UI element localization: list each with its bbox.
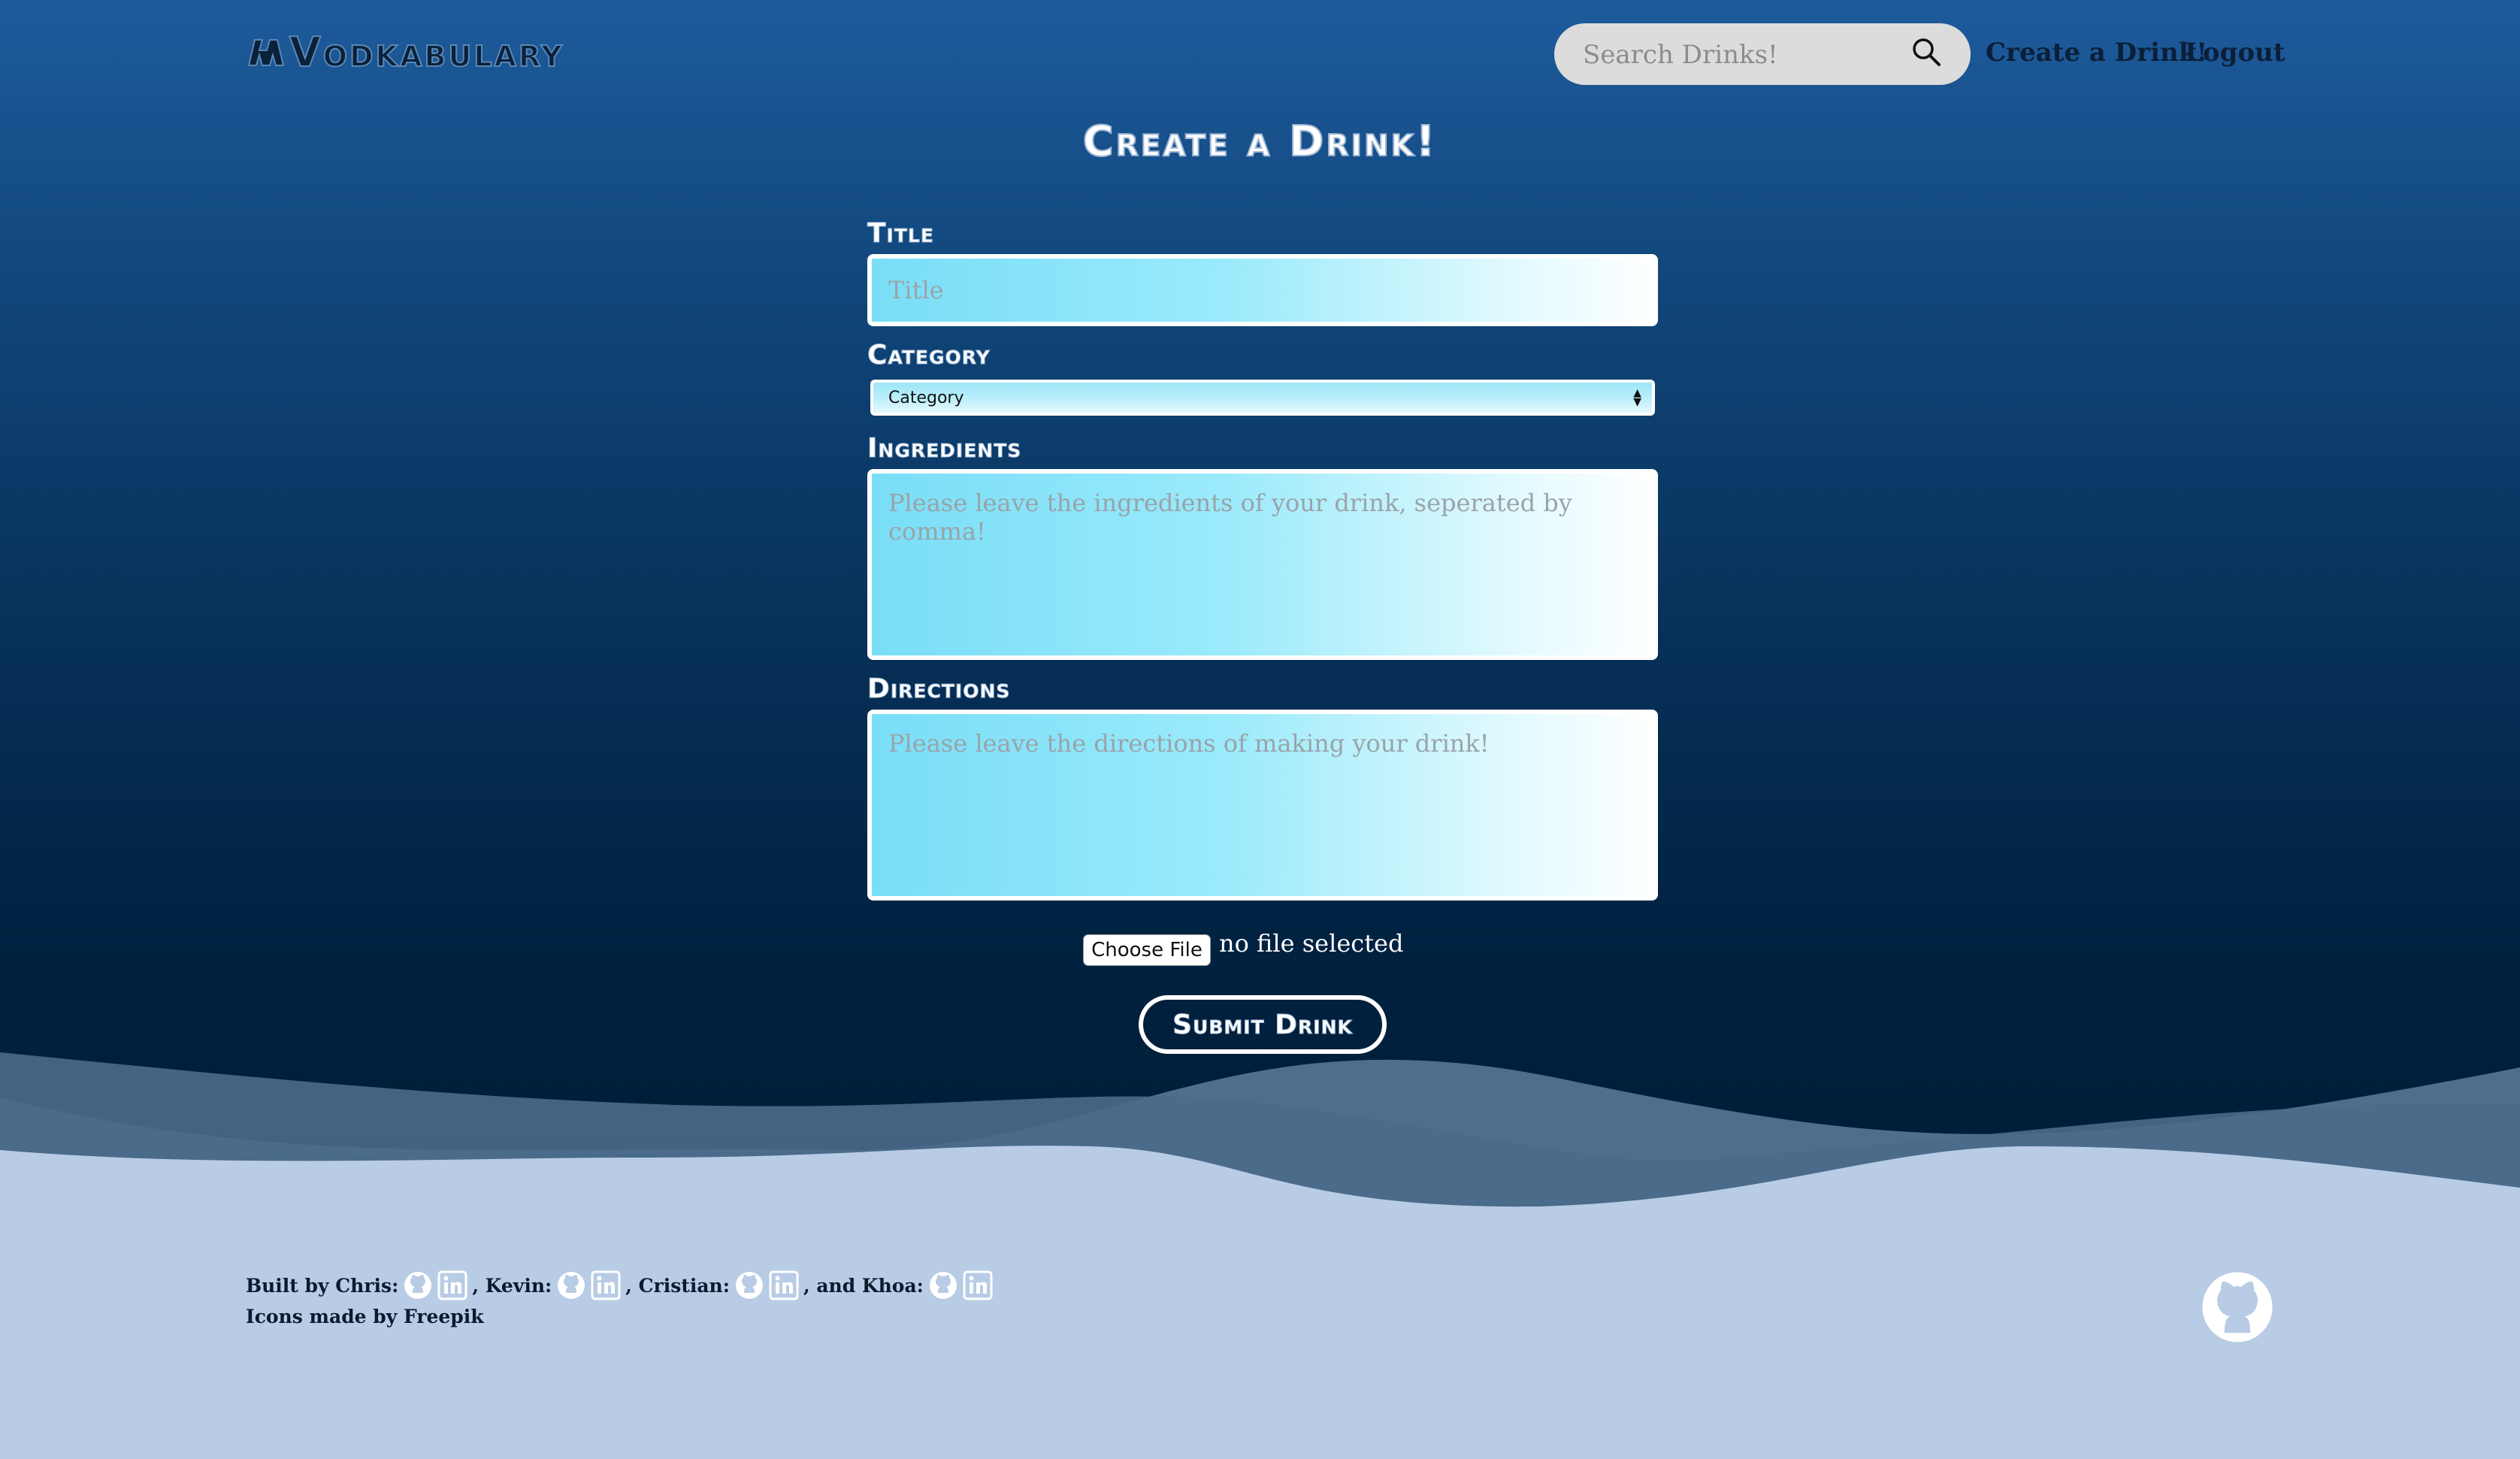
search-input[interactable] <box>1581 23 1907 86</box>
title-label: Title <box>867 218 934 250</box>
linkedin-icon[interactable] <box>437 1270 467 1300</box>
category-label: Category <box>867 340 991 371</box>
credit-kevin-label: , Kevin: <box>472 1274 552 1297</box>
file-status-text: no file selected <box>1219 929 1404 958</box>
wave-divider <box>0 1052 2520 1263</box>
ingredients-textarea[interactable] <box>867 469 1658 660</box>
github-icon[interactable] <box>928 1270 958 1300</box>
github-icon[interactable] <box>2201 1270 2274 1344</box>
choose-file-button[interactable]: Choose File <box>1083 934 1211 966</box>
brand-logo[interactable]: Vodkabulary <box>244 28 564 77</box>
logo-text: Vodkabulary <box>289 28 564 77</box>
category-select[interactable]: Category ▲ ▼ <box>870 380 1655 416</box>
github-icon[interactable] <box>403 1270 433 1300</box>
category-selected-value: Category <box>888 388 964 407</box>
search-bar <box>1554 23 1971 86</box>
linkedin-icon[interactable] <box>591 1270 621 1300</box>
directions-textarea[interactable] <box>867 710 1658 901</box>
submit-drink-button[interactable]: Submit Drink <box>1139 995 1387 1054</box>
credits-line: Built by Chris: , Kevin: , Cristian: , a… <box>246 1270 993 1300</box>
linkedin-icon[interactable] <box>769 1270 799 1300</box>
title-input[interactable] <box>867 254 1658 326</box>
github-icon[interactable] <box>556 1270 586 1300</box>
nav-logout-link[interactable]: Logout <box>2185 38 2285 68</box>
chevron-up-down-icon: ▲ ▼ <box>1633 387 1641 408</box>
icons-attribution: Icons made by Freepik <box>246 1306 484 1327</box>
linkedin-icon[interactable] <box>963 1270 993 1300</box>
github-icon[interactable] <box>734 1270 764 1300</box>
ingredients-label: Ingredients <box>867 433 1022 465</box>
logo-icon <box>247 39 285 66</box>
search-icon[interactable] <box>1909 35 1944 69</box>
directions-label: Directions <box>867 674 1011 705</box>
page-title: Create a Drink! <box>1082 117 1438 167</box>
credit-cristian-label: , Cristian: <box>625 1274 730 1297</box>
nav-create-drink-link[interactable]: Create a Drink! <box>1986 38 2207 68</box>
credit-chris-label: Built by Chris: <box>246 1274 399 1297</box>
credit-khoa-label: , and Khoa: <box>803 1274 924 1297</box>
